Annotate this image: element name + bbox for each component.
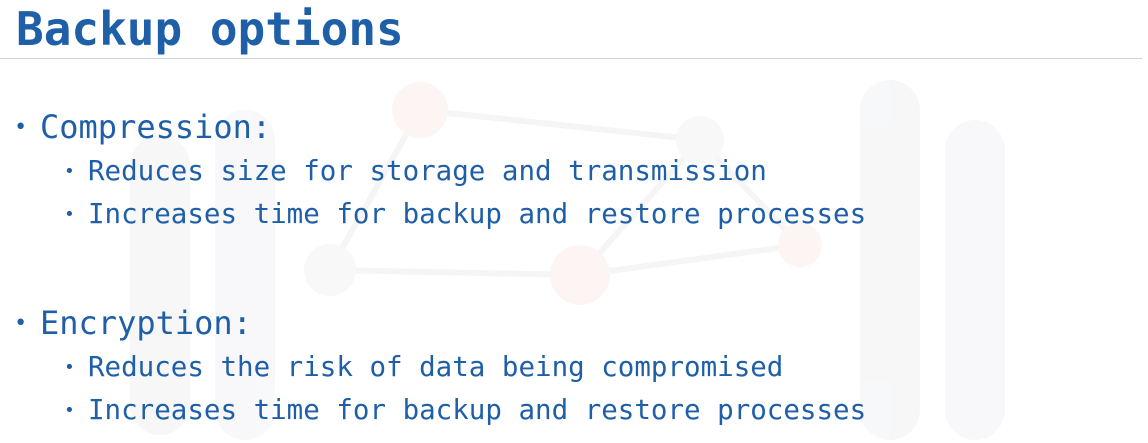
sub-bullet-text: Increases time for backup and restore pr… bbox=[88, 394, 867, 426]
bullet-dot: • bbox=[14, 115, 28, 140]
bullet-dot: • bbox=[64, 357, 75, 378]
bullet-encryption: • Encryption: bbox=[14, 303, 252, 344]
section-heading: Compression: bbox=[40, 108, 272, 146]
slide-title: Backup options bbox=[16, 2, 404, 56]
slide: Backup options • Compression: • Reduces si… bbox=[0, 0, 1148, 443]
sub-bullet: • Reduces size for storage and transmissi… bbox=[64, 154, 767, 189]
bullet-dot: • bbox=[64, 204, 75, 225]
sub-bullet: • Increases time for backup and restore p… bbox=[64, 393, 866, 428]
sub-bullet-text: Reduces the risk of data being compromis… bbox=[88, 351, 784, 383]
title-divider bbox=[0, 58, 1142, 59]
sub-bullet: • Reduces the risk of data being compromi… bbox=[64, 350, 783, 385]
sub-bullet-text: Reduces size for storage and transmissio… bbox=[88, 155, 767, 187]
bullet-dot: • bbox=[64, 400, 75, 421]
bullet-dot: • bbox=[14, 311, 28, 336]
sub-bullet: • Increases time for backup and restore p… bbox=[64, 197, 866, 232]
section-heading: Encryption: bbox=[40, 304, 252, 342]
bullet-dot: • bbox=[64, 161, 75, 182]
sub-bullet-text: Increases time for backup and restore pr… bbox=[88, 198, 867, 230]
bullet-compression: • Compression: bbox=[14, 107, 271, 148]
